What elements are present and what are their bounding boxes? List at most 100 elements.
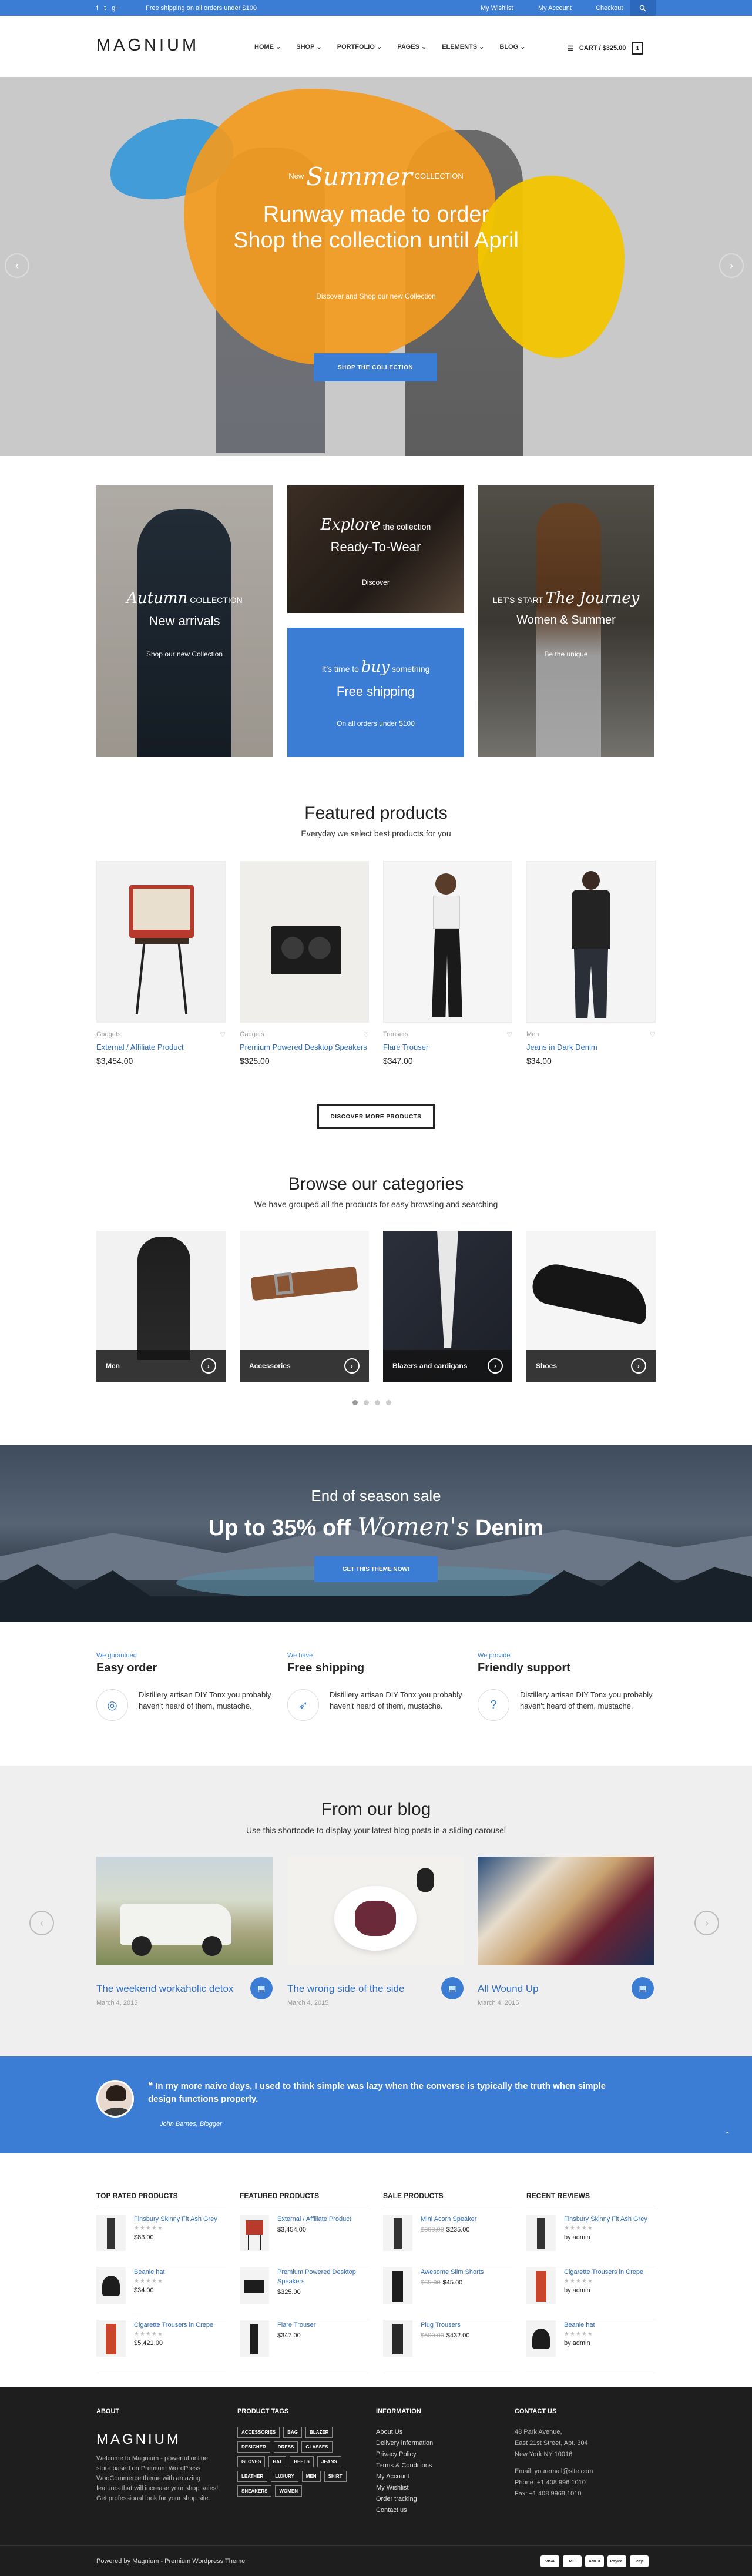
- footer-link[interactable]: Contact us: [376, 2505, 433, 2516]
- widget-item[interactable]: Awesome Slim Shorts $65.00 $45.00: [383, 2267, 512, 2320]
- footer-link[interactable]: My Wishlist: [376, 2483, 433, 2494]
- widget-item[interactable]: Plug Trousers $500.00 $432.00: [383, 2320, 512, 2373]
- tag-link[interactable]: DESIGNER: [237, 2441, 270, 2453]
- nav-blog[interactable]: BLOG ⌄: [499, 43, 525, 51]
- footer-link[interactable]: Delivery information: [376, 2438, 433, 2449]
- banner-explore[interactable]: Explore the collection Ready-To-Wear Dis…: [287, 485, 464, 613]
- category-card-accessories[interactable]: Accessories ›: [240, 1231, 369, 1382]
- footer-link[interactable]: About Us: [376, 2427, 433, 2438]
- blog-post-image[interactable]: [478, 1857, 654, 1965]
- menu-icon[interactable]: ☰: [568, 45, 573, 52]
- nav-portfolio[interactable]: PORTFOLIO ⌄: [337, 43, 382, 51]
- arrow-right-icon[interactable]: ›: [201, 1358, 216, 1374]
- account-link[interactable]: My Account: [538, 5, 596, 12]
- heart-icon[interactable]: ♡: [363, 1031, 369, 1039]
- google-plus-icon[interactable]: g+: [112, 5, 119, 12]
- product-card[interactable]: Trousers ♡ Flare Trouser $347.00: [383, 861, 512, 1066]
- nav-home[interactable]: HOME ⌄: [254, 43, 281, 51]
- widget-item-name[interactable]: Plug Trousers: [421, 2320, 470, 2330]
- heart-icon[interactable]: ♡: [650, 1031, 656, 1039]
- tag-link[interactable]: WOMEN: [275, 2485, 303, 2497]
- tag-link[interactable]: ACCESSORIES: [237, 2427, 280, 2438]
- discover-more-button[interactable]: DISCOVER MORE PRODUCTS: [317, 1104, 435, 1129]
- banner-autumn[interactable]: Autumn COLLECTION New arrivals Shop our …: [96, 485, 273, 757]
- hero-prev-arrow-icon[interactable]: ‹: [5, 253, 29, 278]
- site-logo[interactable]: MAGNIUM: [96, 36, 199, 55]
- get-theme-button[interactable]: GET THIS THEME NOW!: [314, 1556, 438, 1582]
- search-button[interactable]: [630, 0, 656, 16]
- widget-item-name[interactable]: Finsbury Skinny Fit Ash Grey: [134, 2215, 217, 2224]
- cart-total[interactable]: CART / $325.00: [579, 45, 626, 52]
- widget-item-name[interactable]: Premium Powered Desktop Speakers: [277, 2267, 369, 2286]
- widget-item-name[interactable]: Beanie hat: [564, 2320, 595, 2330]
- tag-link[interactable]: GLASSES: [301, 2441, 333, 2453]
- product-card[interactable]: Gadgets ♡ External / Affiliate Product $3…: [96, 861, 226, 1066]
- hero-next-arrow-icon[interactable]: ›: [719, 253, 744, 278]
- arrow-right-icon[interactable]: ›: [631, 1358, 646, 1374]
- tag-link[interactable]: JEANS: [317, 2456, 341, 2467]
- shopping-bag-icon[interactable]: 1: [632, 42, 644, 55]
- widget-item[interactable]: Finsbury Skinny Fit Ash Grey ★★★★★ by admi…: [526, 2215, 656, 2267]
- widget-item-name[interactable]: Finsbury Skinny Fit Ash Grey: [564, 2215, 647, 2224]
- carousel-dot[interactable]: [364, 1400, 369, 1405]
- footer-link[interactable]: Order tracking: [376, 2494, 433, 2505]
- document-icon[interactable]: ▤: [250, 1977, 273, 1999]
- tag-link[interactable]: DRESS: [273, 2441, 298, 2453]
- widget-item[interactable]: Flare Trouser $347.00: [240, 2320, 369, 2373]
- category-card-shoes[interactable]: Shoes ›: [526, 1231, 656, 1382]
- product-image[interactable]: [383, 861, 512, 1023]
- product-image[interactable]: [240, 861, 369, 1023]
- banner-free-shipping[interactable]: It's time to buy something Free shipping…: [287, 628, 464, 757]
- document-icon[interactable]: ▤: [441, 1977, 464, 1999]
- product-name[interactable]: External / Affiliate Product: [96, 1042, 226, 1053]
- product-name[interactable]: Jeans in Dark Denim: [526, 1042, 656, 1053]
- widget-item-name[interactable]: External / Affiliate Product: [277, 2215, 351, 2224]
- tag-link[interactable]: HAT: [268, 2456, 287, 2467]
- blog-post-image[interactable]: [96, 1857, 273, 1965]
- product-name[interactable]: Premium Powered Desktop Speakers: [240, 1042, 369, 1053]
- widget-item[interactable]: Mini Acorn Speaker $300.00 $235.00: [383, 2215, 512, 2267]
- tag-link[interactable]: LUXURY: [271, 2471, 298, 2482]
- product-name[interactable]: Flare Trouser: [383, 1042, 512, 1053]
- carousel-dot[interactable]: [386, 1400, 391, 1405]
- tag-link[interactable]: LEATHER: [237, 2471, 268, 2482]
- category-carousel-dots[interactable]: [352, 1400, 391, 1405]
- nav-elements[interactable]: ELEMENTS ⌄: [442, 43, 484, 51]
- carousel-dot[interactable]: [375, 1400, 380, 1405]
- widget-item-name[interactable]: Mini Acorn Speaker: [421, 2215, 476, 2224]
- footer-logo[interactable]: MAGNIUM: [96, 2431, 181, 2448]
- widget-item-name[interactable]: Cigarette Trousers in Crepe: [564, 2267, 643, 2277]
- tag-link[interactable]: MEN: [301, 2471, 321, 2482]
- footer-link[interactable]: My Account: [376, 2471, 433, 2483]
- blog-post-title[interactable]: All Wound Up: [478, 1983, 654, 1995]
- heart-icon[interactable]: ♡: [220, 1031, 226, 1039]
- widget-item-name[interactable]: Awesome Slim Shorts: [421, 2267, 484, 2277]
- facebook-icon[interactable]: f: [96, 5, 98, 12]
- product-image[interactable]: [96, 861, 226, 1023]
- arrow-right-icon[interactable]: ›: [344, 1358, 360, 1374]
- category-card-blazers[interactable]: Blazers and cardigans ›: [383, 1231, 512, 1382]
- tag-link[interactable]: HEELS: [290, 2456, 314, 2467]
- tag-link[interactable]: GLOVES: [237, 2456, 266, 2467]
- widget-item-name[interactable]: Beanie hat: [134, 2267, 165, 2277]
- wishlist-link[interactable]: My Wishlist: [481, 5, 538, 12]
- blog-post-title[interactable]: The weekend workaholic detox: [96, 1983, 273, 1995]
- blog-post[interactable]: The weekend workaholic detox March 4, 20…: [96, 1857, 273, 2006]
- widget-item-name[interactable]: Flare Trouser: [277, 2320, 315, 2330]
- carousel-dot[interactable]: [352, 1400, 358, 1405]
- widget-item[interactable]: Cigarette Trousers in Crepe ★★★★★ by admin: [526, 2267, 656, 2320]
- footer-link[interactable]: Privacy Policy: [376, 2449, 433, 2460]
- widget-item[interactable]: Beanie hat ★★★★★ by admin: [526, 2320, 656, 2373]
- tag-link[interactable]: BLAZER: [306, 2427, 333, 2438]
- scroll-top-icon[interactable]: ⌃: [724, 2131, 730, 2139]
- product-card[interactable]: Gadgets ♡ Premium Powered Desktop Speaker…: [240, 861, 369, 1066]
- blog-post-image[interactable]: [287, 1857, 464, 1965]
- blog-next-arrow-icon[interactable]: ›: [694, 1911, 719, 1935]
- widget-item[interactable]: Premium Powered Desktop Speakers $325.00: [240, 2267, 369, 2320]
- nav-shop[interactable]: SHOP ⌄: [296, 43, 321, 51]
- tag-link[interactable]: BAG: [283, 2427, 303, 2438]
- widget-item[interactable]: Finsbury Skinny Fit Ash Grey ★★★★★ $83.00: [96, 2215, 226, 2267]
- nav-pages[interactable]: PAGES ⌄: [397, 43, 427, 51]
- cart[interactable]: ☰ CART / $325.00 1: [568, 42, 644, 55]
- blog-post[interactable]: All Wound Up March 4, 2015 ▤: [478, 1857, 654, 2006]
